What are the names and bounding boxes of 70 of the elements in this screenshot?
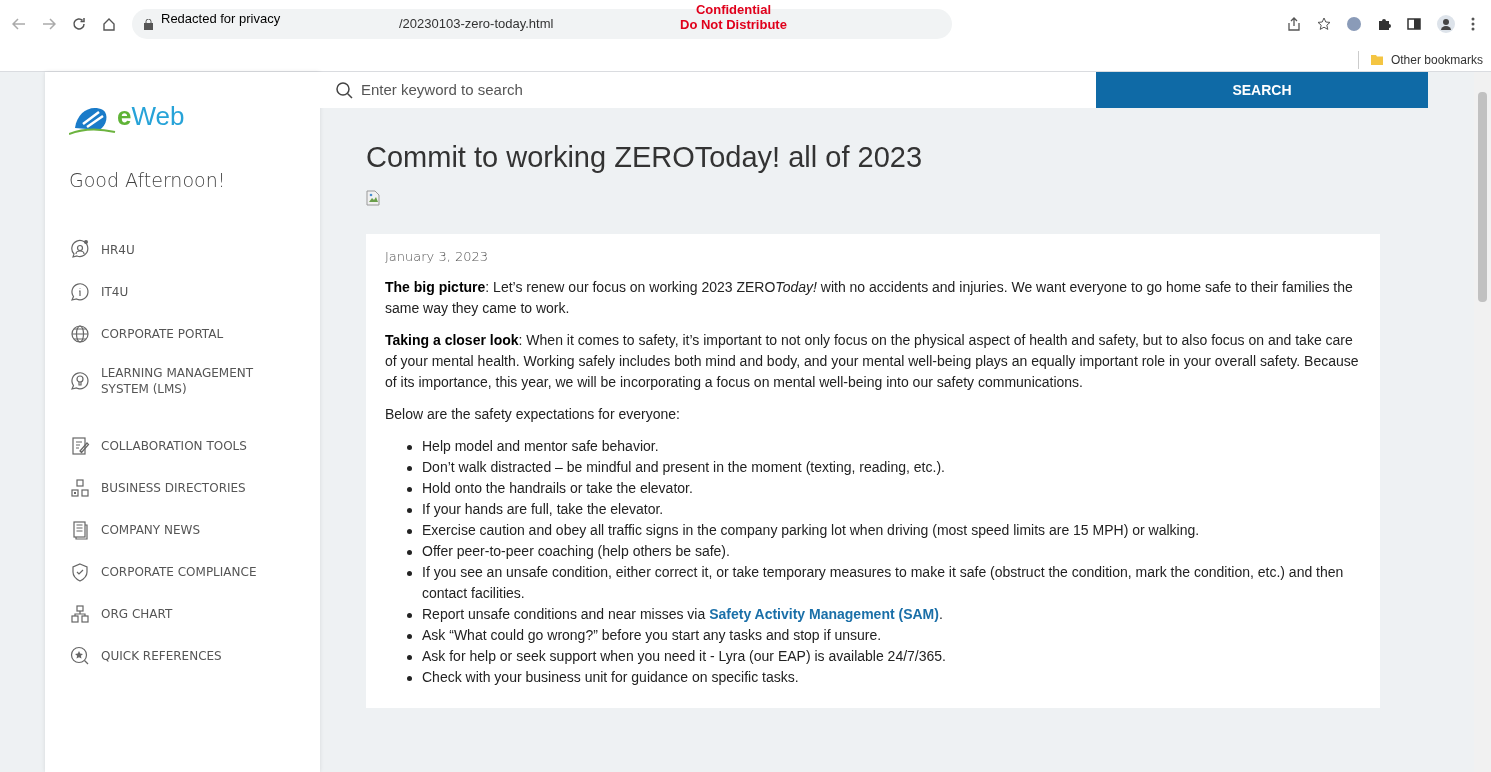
list-item-text: Report unsafe conditions and near misses via Safety Activity Management (SAM). xyxy=(422,604,943,624)
sidebar-link[interactable]: CORPORATE COMPLIANCE xyxy=(69,560,296,583)
article-date: January 3, 2023 xyxy=(385,247,490,266)
sidebar-link[interactable]: COLLABORATION TOOLS xyxy=(69,434,296,457)
search-button[interactable]: SEARCH xyxy=(1096,72,1428,108)
puzzle-icon[interactable] xyxy=(1377,17,1391,31)
logo-text: eWeb xyxy=(117,100,185,132)
menu-icon[interactable] xyxy=(1471,17,1475,31)
list-item-text: Check with your business unit for guidance on specific tasks. xyxy=(422,667,799,687)
bullet-icon xyxy=(407,507,412,513)
bullet-icon xyxy=(407,444,412,450)
sidebar-link[interactable]: HR4U xyxy=(69,238,296,261)
search-field[interactable]: Enter keyword to search xyxy=(361,78,1080,102)
link[interactable]: Safety Activity Management (SAM) xyxy=(709,605,939,622)
list-item-text: Ask “What could go wrong?” before you start any tasks and stop if unsure. xyxy=(422,625,882,645)
paragraph: Taking a closer look: When it comes to safety, it’s important to not only focus on the physical aspect of health and safety, but to also focus on and take care of your mental health. Working safely includes both mind and body, and your mental well-being plays an equally important role in your overall safety. Because of its importance, this year, we will be incorporating a focus on mental well-being into our safety communications. xyxy=(385,330,1360,392)
info-chat-icon xyxy=(69,280,91,303)
share-icon[interactable] xyxy=(1287,17,1301,31)
sidebar-link[interactable]: QUICK REFERENCES xyxy=(69,644,296,667)
paragraph: Below are the safety expectations for everyone: xyxy=(385,404,681,424)
list-item-text: If you see an unsafe condition, either correct it, or take temporary measures to make it safe (obstruct the condition, mark the condition, etc.) and then contact facilities. xyxy=(422,562,1345,603)
sidebar-link[interactable]: ORG CHART xyxy=(69,602,296,625)
lock-icon xyxy=(144,18,153,30)
bullet-icon xyxy=(407,612,412,618)
url-path: /20230103-zero-today.html xyxy=(399,15,554,34)
search-bar[interactable]: Enter keyword to search xyxy=(320,72,1096,108)
list-item-text: Don’t walk distracted – be mindful and present in the moment (texting, reading, etc.). xyxy=(422,457,945,477)
bullet-icon xyxy=(407,633,412,639)
reload-icon[interactable] xyxy=(72,17,86,31)
list-item-text: Offer peer-to-peer coaching (help others be safe). xyxy=(422,541,730,561)
bullet-icon xyxy=(407,465,412,471)
home-icon[interactable] xyxy=(102,17,116,31)
scrollbar-thumb[interactable] xyxy=(1478,92,1487,302)
bullet-icon xyxy=(407,549,412,555)
sidebar-link[interactable]: LEARNING MANAGEMENT SYSTEM (LMS) xyxy=(69,364,296,397)
bullet-icon xyxy=(407,675,412,681)
globe-icon xyxy=(69,322,91,345)
sidebar-icon[interactable] xyxy=(1407,17,1421,31)
url-host: Redacted for privacy xyxy=(161,10,282,29)
star-search-icon xyxy=(69,644,91,667)
boxes-icon xyxy=(69,476,91,499)
broken-image-icon xyxy=(366,189,380,206)
account-icon[interactable] xyxy=(1437,15,1455,33)
list-item-text: If your hands are full, take the elevator. xyxy=(422,499,664,519)
list-item-text: Hold onto the handrails or take the elevator. xyxy=(422,478,693,498)
article-title: Commit to working ZEROToday! all of 2023 xyxy=(366,140,924,175)
list-item-text: Exercise caution and obey all traffic signs in the company parking lot when driving (most speed limits are 15 MPH) or walking. xyxy=(422,520,1200,540)
org-chart-icon xyxy=(69,602,91,625)
bullet-icon xyxy=(407,654,412,660)
greeting: Good Afternoon! xyxy=(69,168,227,193)
star-icon[interactable] xyxy=(1317,17,1331,31)
search-icon xyxy=(336,81,353,99)
paragraph: The big picture: Let’s renew our focus on working 2023 ZEROToday! with no accidents and injuries. We want everyone to go home safe to their families the same way they came to work. xyxy=(385,277,1354,318)
list-item-text: Help model and mentor safe behavior. xyxy=(422,436,659,456)
person-chat-icon xyxy=(69,238,91,261)
bullet-icon xyxy=(407,486,412,492)
sidebar-link[interactable]: BUSINESS DIRECTORIES xyxy=(69,476,296,499)
sidebar-link[interactable]: IT4U xyxy=(69,280,296,303)
edit-document-icon xyxy=(69,434,91,457)
lightbulb-icon xyxy=(69,369,91,392)
sidebar-link[interactable]: COMPANY NEWS xyxy=(69,518,296,541)
bullet-icon xyxy=(407,570,412,576)
list-item-text: Ask for help or seek support when you need it - Lyra (our EAP) is available 24/7/365. xyxy=(422,646,946,666)
bookmark-folder[interactable]: Other bookmarks xyxy=(1357,50,1483,69)
folder-icon xyxy=(1370,54,1383,65)
watermark-text: Do Not Distribute xyxy=(680,17,787,32)
bullet-icon xyxy=(407,528,412,534)
shield-check-icon xyxy=(69,560,91,583)
profile-icon[interactable] xyxy=(1347,17,1361,31)
sidebar-link[interactable]: CORPORATE PORTAL xyxy=(69,322,296,345)
